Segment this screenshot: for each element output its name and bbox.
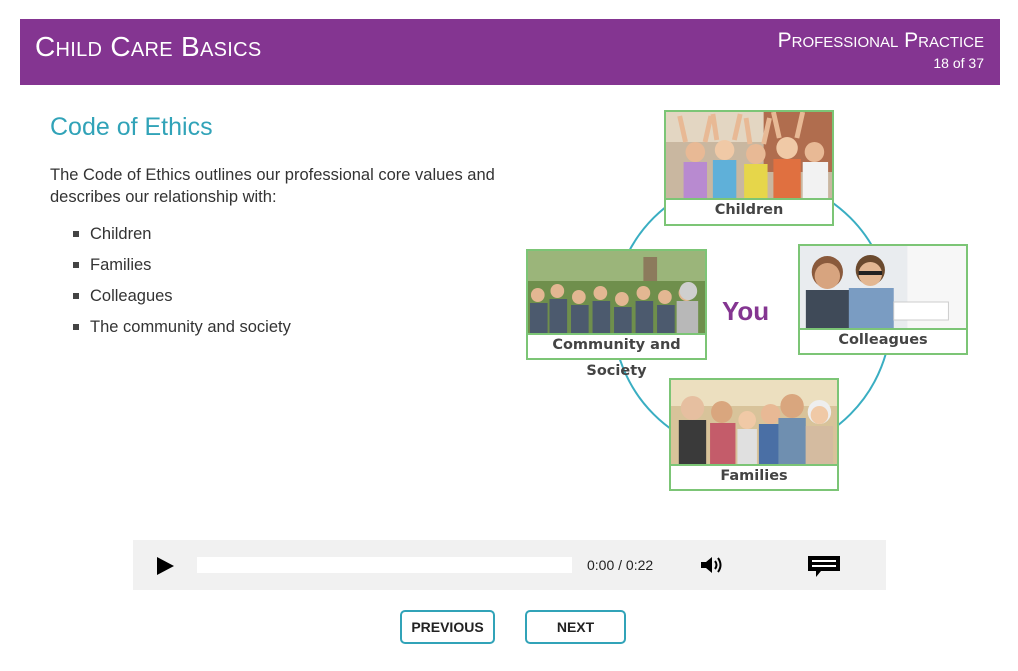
bullet-icon (73, 231, 79, 237)
list-item-label: Children (90, 225, 152, 243)
course-title: Child Care Basics (35, 31, 262, 62)
card-community-label: Community and Society (552, 337, 681, 379)
card-children-label: Children (714, 202, 784, 218)
volume-button[interactable] (700, 555, 724, 575)
card-colleagues-label: Colleagues (838, 332, 928, 348)
page-indicator: 18 of 37 (933, 55, 984, 71)
bullet-icon (73, 293, 79, 299)
transcript-icon (808, 556, 840, 577)
next-button[interactable]: NEXT (525, 610, 626, 644)
children-photo (666, 112, 832, 200)
card-community: Community and Society (526, 249, 707, 379)
audio-player: 0:00 / 0:22 (133, 540, 886, 590)
list-item: Families (73, 253, 291, 284)
play-icon (157, 557, 174, 575)
play-button[interactable] (155, 556, 175, 576)
transcript-button[interactable] (807, 554, 841, 578)
card-families: Families (669, 378, 839, 491)
card-families-label: Families (720, 468, 788, 484)
bullet-icon (73, 324, 79, 330)
section-title: Professional Practice (777, 29, 984, 52)
center-label: You (722, 296, 770, 326)
colleagues-photo (800, 246, 966, 330)
intro-text: The Code of Ethics outlines our professi… (50, 166, 495, 206)
audio-time: 0:00 / 0:22 (587, 557, 654, 573)
community-photo (528, 251, 705, 335)
list-item-label: The community and society (90, 318, 291, 336)
list-item: The community and society (73, 315, 291, 346)
card-colleagues: Colleagues (798, 244, 968, 355)
previous-button[interactable]: PREVIOUS (400, 610, 495, 644)
bullet-icon (73, 262, 79, 268)
list-item-label: Colleagues (90, 287, 173, 305)
audio-progress-track[interactable] (197, 557, 572, 573)
course-header: Child Care Basics Professional Practice … (20, 19, 1000, 85)
list-item: Children (73, 222, 291, 253)
list-item-label: Families (90, 256, 152, 274)
card-children: Children (664, 110, 834, 226)
bullet-list: Children Families Colleagues The communi… (73, 222, 291, 346)
list-item: Colleagues (73, 284, 291, 315)
families-photo (671, 380, 837, 466)
slide-title: Code of Ethics (50, 113, 213, 141)
speaker-icon (701, 557, 722, 573)
